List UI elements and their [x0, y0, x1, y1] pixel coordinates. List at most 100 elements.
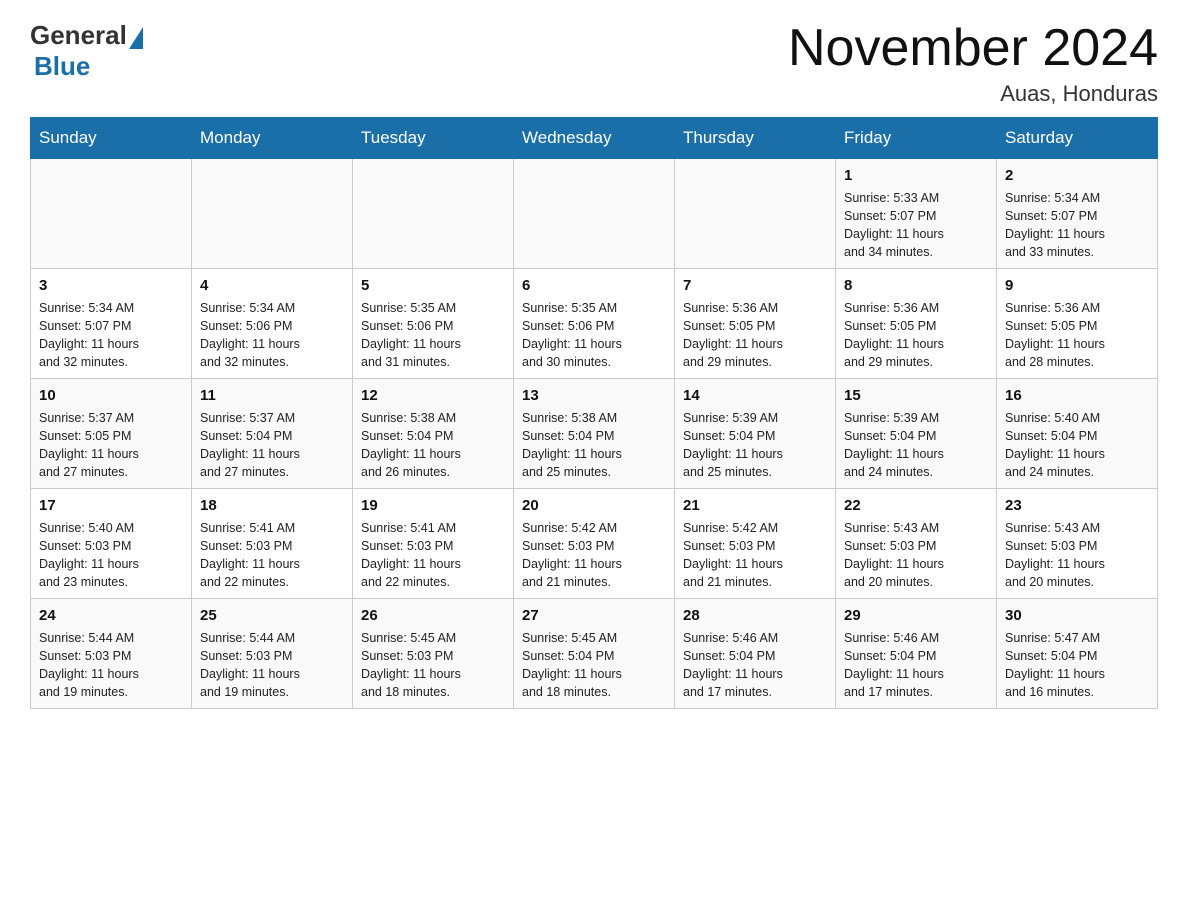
calendar-table: SundayMondayTuesdayWednesdayThursdayFrid…	[30, 117, 1158, 709]
day-number: 11	[200, 385, 344, 407]
weekday-header-friday: Friday	[836, 118, 997, 159]
day-number: 7	[683, 275, 827, 297]
calendar-cell: 18Sunrise: 5:41 AMSunset: 5:03 PMDayligh…	[192, 489, 353, 599]
calendar-cell: 3Sunrise: 5:34 AMSunset: 5:07 PMDaylight…	[31, 269, 192, 379]
day-number: 21	[683, 495, 827, 517]
day-info: Sunrise: 5:44 AMSunset: 5:03 PMDaylight:…	[200, 629, 344, 702]
location-subtitle: Auas, Honduras	[788, 81, 1158, 107]
day-number: 3	[39, 275, 183, 297]
calendar-cell	[675, 159, 836, 269]
day-number: 22	[844, 495, 988, 517]
title-section: November 2024 Auas, Honduras	[788, 20, 1158, 107]
calendar-cell: 20Sunrise: 5:42 AMSunset: 5:03 PMDayligh…	[514, 489, 675, 599]
day-info: Sunrise: 5:39 AMSunset: 5:04 PMDaylight:…	[683, 409, 827, 482]
week-row-3: 10Sunrise: 5:37 AMSunset: 5:05 PMDayligh…	[31, 379, 1158, 489]
calendar-cell: 2Sunrise: 5:34 AMSunset: 5:07 PMDaylight…	[997, 159, 1158, 269]
day-info: Sunrise: 5:44 AMSunset: 5:03 PMDaylight:…	[39, 629, 183, 702]
month-year-title: November 2024	[788, 20, 1158, 77]
day-number: 23	[1005, 495, 1149, 517]
day-info: Sunrise: 5:45 AMSunset: 5:03 PMDaylight:…	[361, 629, 505, 702]
calendar-cell: 28Sunrise: 5:46 AMSunset: 5:04 PMDayligh…	[675, 599, 836, 709]
weekday-header-saturday: Saturday	[997, 118, 1158, 159]
calendar-cell: 23Sunrise: 5:43 AMSunset: 5:03 PMDayligh…	[997, 489, 1158, 599]
weekday-header-sunday: Sunday	[31, 118, 192, 159]
calendar-cell: 25Sunrise: 5:44 AMSunset: 5:03 PMDayligh…	[192, 599, 353, 709]
day-number: 12	[361, 385, 505, 407]
day-info: Sunrise: 5:41 AMSunset: 5:03 PMDaylight:…	[361, 519, 505, 592]
day-number: 6	[522, 275, 666, 297]
day-number: 18	[200, 495, 344, 517]
day-number: 9	[1005, 275, 1149, 297]
day-number: 28	[683, 605, 827, 627]
calendar-cell: 1Sunrise: 5:33 AMSunset: 5:07 PMDaylight…	[836, 159, 997, 269]
calendar-cell: 13Sunrise: 5:38 AMSunset: 5:04 PMDayligh…	[514, 379, 675, 489]
calendar-cell: 14Sunrise: 5:39 AMSunset: 5:04 PMDayligh…	[675, 379, 836, 489]
day-number: 19	[361, 495, 505, 517]
day-info: Sunrise: 5:43 AMSunset: 5:03 PMDaylight:…	[1005, 519, 1149, 592]
day-number: 5	[361, 275, 505, 297]
logo-triangle-icon	[129, 27, 143, 49]
calendar-cell: 27Sunrise: 5:45 AMSunset: 5:04 PMDayligh…	[514, 599, 675, 709]
day-info: Sunrise: 5:37 AMSunset: 5:04 PMDaylight:…	[200, 409, 344, 482]
day-number: 4	[200, 275, 344, 297]
day-number: 1	[844, 165, 988, 187]
day-number: 29	[844, 605, 988, 627]
day-info: Sunrise: 5:37 AMSunset: 5:05 PMDaylight:…	[39, 409, 183, 482]
day-info: Sunrise: 5:36 AMSunset: 5:05 PMDaylight:…	[844, 299, 988, 372]
page-header: General Blue November 2024 Auas, Hondura…	[30, 20, 1158, 107]
calendar-cell: 19Sunrise: 5:41 AMSunset: 5:03 PMDayligh…	[353, 489, 514, 599]
day-number: 16	[1005, 385, 1149, 407]
calendar-cell: 5Sunrise: 5:35 AMSunset: 5:06 PMDaylight…	[353, 269, 514, 379]
day-info: Sunrise: 5:46 AMSunset: 5:04 PMDaylight:…	[844, 629, 988, 702]
day-info: Sunrise: 5:46 AMSunset: 5:04 PMDaylight:…	[683, 629, 827, 702]
weekday-header-wednesday: Wednesday	[514, 118, 675, 159]
day-number: 26	[361, 605, 505, 627]
day-info: Sunrise: 5:34 AMSunset: 5:07 PMDaylight:…	[39, 299, 183, 372]
calendar-cell: 4Sunrise: 5:34 AMSunset: 5:06 PMDaylight…	[192, 269, 353, 379]
day-info: Sunrise: 5:40 AMSunset: 5:04 PMDaylight:…	[1005, 409, 1149, 482]
day-number: 10	[39, 385, 183, 407]
week-row-2: 3Sunrise: 5:34 AMSunset: 5:07 PMDaylight…	[31, 269, 1158, 379]
day-info: Sunrise: 5:35 AMSunset: 5:06 PMDaylight:…	[361, 299, 505, 372]
day-info: Sunrise: 5:45 AMSunset: 5:04 PMDaylight:…	[522, 629, 666, 702]
day-number: 17	[39, 495, 183, 517]
calendar-cell	[31, 159, 192, 269]
weekday-header-monday: Monday	[192, 118, 353, 159]
logo-blue-text: Blue	[34, 51, 90, 81]
day-number: 20	[522, 495, 666, 517]
day-number: 27	[522, 605, 666, 627]
calendar-cell: 7Sunrise: 5:36 AMSunset: 5:05 PMDaylight…	[675, 269, 836, 379]
calendar-cell: 12Sunrise: 5:38 AMSunset: 5:04 PMDayligh…	[353, 379, 514, 489]
week-row-1: 1Sunrise: 5:33 AMSunset: 5:07 PMDaylight…	[31, 159, 1158, 269]
week-row-5: 24Sunrise: 5:44 AMSunset: 5:03 PMDayligh…	[31, 599, 1158, 709]
day-info: Sunrise: 5:40 AMSunset: 5:03 PMDaylight:…	[39, 519, 183, 592]
day-info: Sunrise: 5:36 AMSunset: 5:05 PMDaylight:…	[683, 299, 827, 372]
day-info: Sunrise: 5:35 AMSunset: 5:06 PMDaylight:…	[522, 299, 666, 372]
logo-general-text: General	[30, 20, 127, 51]
logo: General Blue	[30, 20, 145, 82]
day-number: 13	[522, 385, 666, 407]
day-number: 15	[844, 385, 988, 407]
calendar-cell: 21Sunrise: 5:42 AMSunset: 5:03 PMDayligh…	[675, 489, 836, 599]
weekday-header-row: SundayMondayTuesdayWednesdayThursdayFrid…	[31, 118, 1158, 159]
day-number: 14	[683, 385, 827, 407]
calendar-cell: 17Sunrise: 5:40 AMSunset: 5:03 PMDayligh…	[31, 489, 192, 599]
day-info: Sunrise: 5:34 AMSunset: 5:07 PMDaylight:…	[1005, 189, 1149, 262]
calendar-cell: 6Sunrise: 5:35 AMSunset: 5:06 PMDaylight…	[514, 269, 675, 379]
day-info: Sunrise: 5:42 AMSunset: 5:03 PMDaylight:…	[683, 519, 827, 592]
day-info: Sunrise: 5:38 AMSunset: 5:04 PMDaylight:…	[522, 409, 666, 482]
calendar-cell: 16Sunrise: 5:40 AMSunset: 5:04 PMDayligh…	[997, 379, 1158, 489]
calendar-cell: 10Sunrise: 5:37 AMSunset: 5:05 PMDayligh…	[31, 379, 192, 489]
day-number: 30	[1005, 605, 1149, 627]
calendar-cell: 11Sunrise: 5:37 AMSunset: 5:04 PMDayligh…	[192, 379, 353, 489]
day-number: 24	[39, 605, 183, 627]
calendar-cell: 8Sunrise: 5:36 AMSunset: 5:05 PMDaylight…	[836, 269, 997, 379]
day-info: Sunrise: 5:38 AMSunset: 5:04 PMDaylight:…	[361, 409, 505, 482]
calendar-cell	[192, 159, 353, 269]
weekday-header-thursday: Thursday	[675, 118, 836, 159]
calendar-cell: 15Sunrise: 5:39 AMSunset: 5:04 PMDayligh…	[836, 379, 997, 489]
day-info: Sunrise: 5:34 AMSunset: 5:06 PMDaylight:…	[200, 299, 344, 372]
calendar-cell	[353, 159, 514, 269]
day-info: Sunrise: 5:39 AMSunset: 5:04 PMDaylight:…	[844, 409, 988, 482]
calendar-cell: 9Sunrise: 5:36 AMSunset: 5:05 PMDaylight…	[997, 269, 1158, 379]
